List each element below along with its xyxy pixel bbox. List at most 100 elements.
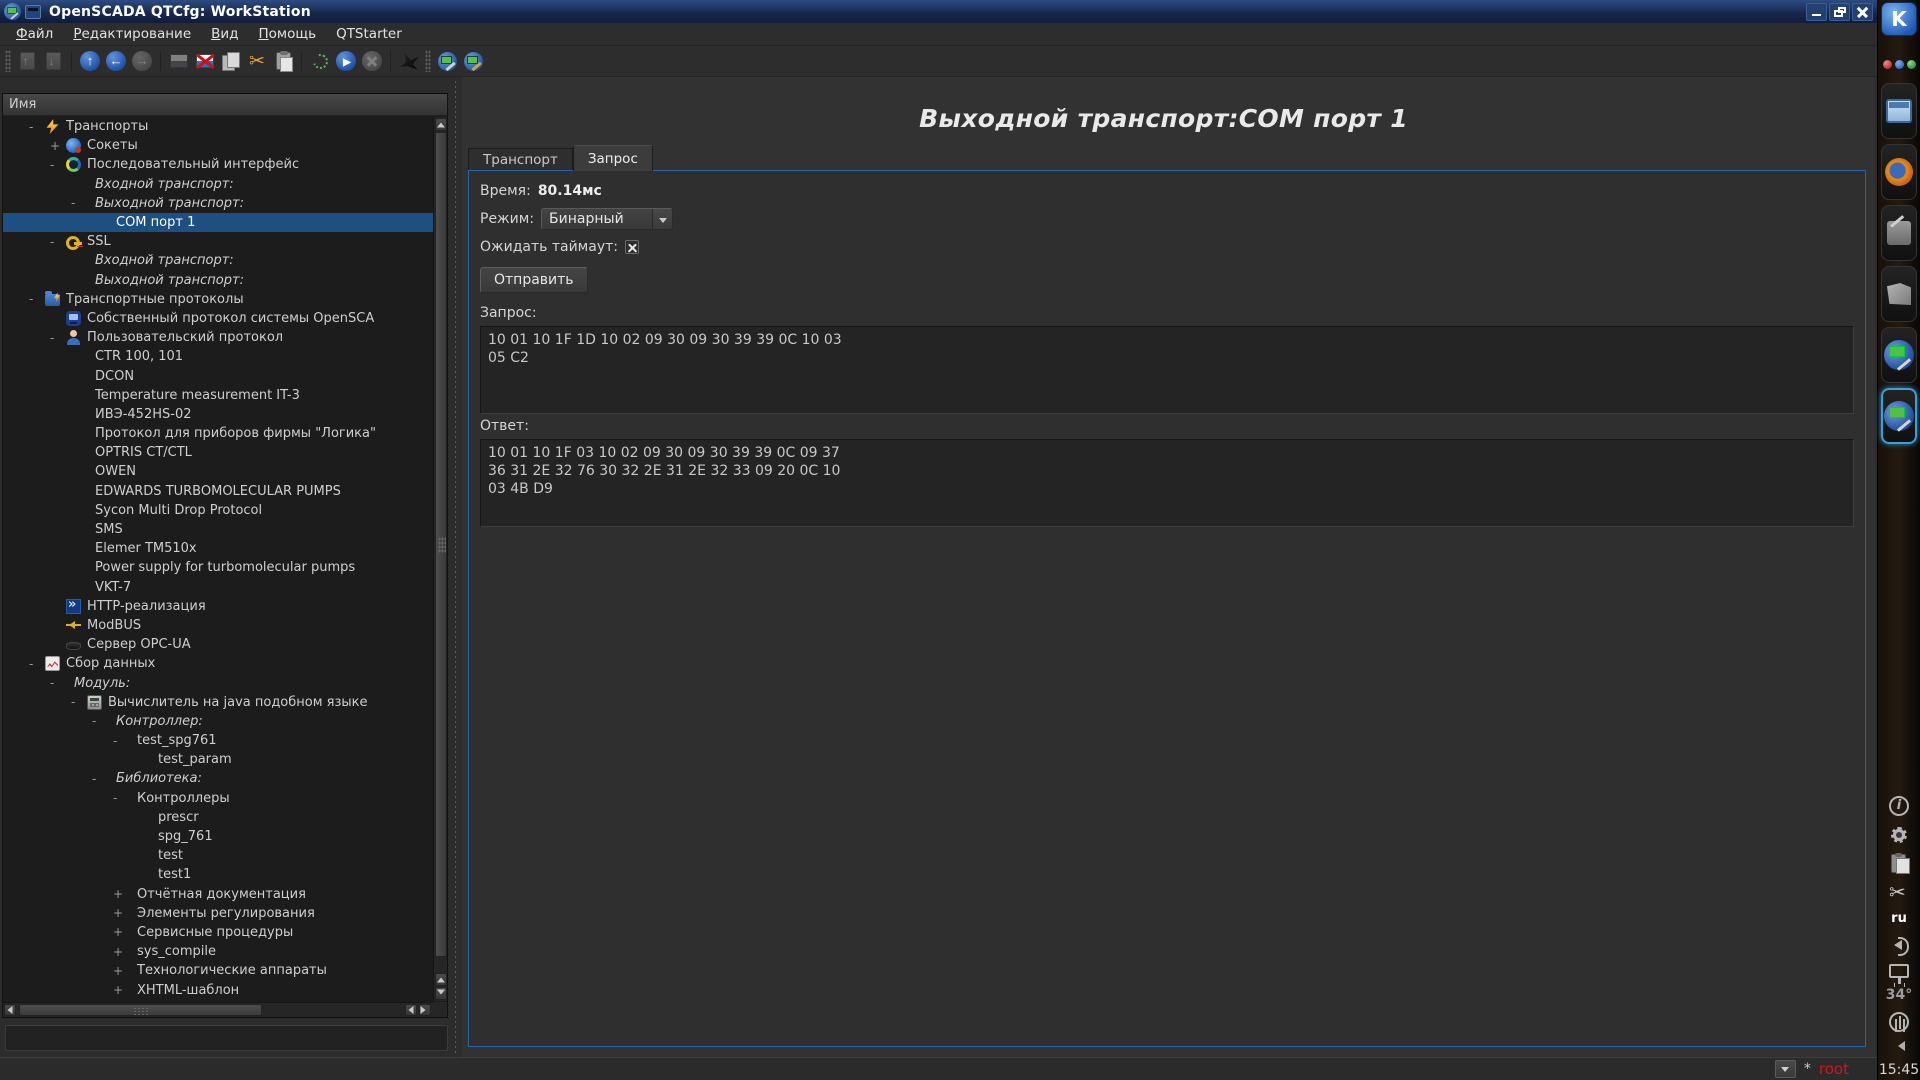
tree-expander[interactable]: +	[46, 139, 66, 153]
tree-row[interactable]: VKT-7	[3, 578, 433, 597]
tree-row[interactable]: DCON	[3, 366, 433, 385]
response-textarea[interactable]: 10 01 10 1F 03 10 02 09 30 09 30 39 39 0…	[480, 439, 1854, 527]
paste-button[interactable]	[270, 48, 296, 74]
tree-row[interactable]: +Технологические аппараты	[3, 961, 433, 980]
tree-row[interactable]: OWEN	[3, 462, 433, 481]
tree-row[interactable]: +Элементы регулирования	[3, 904, 433, 923]
scissors-icon[interactable]: ✂	[1889, 882, 1909, 902]
refresh-button[interactable]	[307, 48, 333, 74]
tree-row[interactable]: test	[3, 846, 433, 865]
tree-row[interactable]: -Вычислитель на java подобном языке	[3, 693, 433, 712]
wait-timeout-checkbox[interactable]	[625, 240, 639, 254]
delete-item-button[interactable]	[192, 48, 218, 74]
tree-expander[interactable]: -	[109, 734, 129, 748]
taskbar-filemanager-button[interactable]	[1881, 83, 1917, 139]
tree-row[interactable]: Входной транспорт:	[3, 251, 433, 270]
chevron-down-icon[interactable]	[652, 209, 672, 229]
request-textarea[interactable]: 10 01 10 1F 1D 10 02 09 30 09 30 39 39 0…	[480, 326, 1854, 414]
stop-button[interactable]	[359, 48, 385, 74]
back-button[interactable]: ←	[103, 48, 129, 74]
tree-row[interactable]: +XHTML-шаблон	[3, 980, 433, 999]
tree-row[interactable]: test1	[3, 865, 433, 884]
tree-row[interactable]: SMS	[3, 520, 433, 539]
save-button[interactable]	[40, 48, 66, 74]
start-button[interactable]	[333, 48, 359, 74]
tree-row[interactable]: Протокол для приборов фирмы "Логика"	[3, 424, 433, 443]
tree-row[interactable]: CTR 100, 101	[3, 347, 433, 366]
tree-row[interactable]: -SSL	[3, 232, 433, 251]
taskbar-openscada-button[interactable]	[1881, 327, 1917, 383]
tree-expander[interactable]: +	[109, 945, 129, 959]
tree-row[interactable]: spg_761	[3, 827, 433, 846]
tree-expander[interactable]: -	[67, 695, 87, 709]
add-item-button[interactable]	[166, 48, 192, 74]
menu-редактирование[interactable]: Редактирование	[63, 24, 201, 44]
tree-row[interactable]: ИВЭ-452HS-02	[3, 405, 433, 424]
tree-row[interactable]: -Пользовательский протокол	[3, 328, 433, 347]
tree-expander[interactable]: -	[25, 120, 45, 134]
tree-expander[interactable]: -	[88, 714, 108, 728]
tree-row[interactable]: Входной транспорт:	[3, 175, 433, 194]
qtcfg-button[interactable]	[434, 48, 460, 74]
scroll-down-button[interactable]	[435, 987, 447, 1000]
tree-row[interactable]: Собственный протокол системы OpenSCA	[3, 309, 433, 328]
menu-файл[interactable]: Файл	[6, 24, 63, 44]
tree-row[interactable]: -Модуль:	[3, 673, 433, 692]
taskbar-openscada-qtcfg-button[interactable]	[1881, 388, 1917, 444]
current-user[interactable]: root	[1819, 1060, 1849, 1078]
taskbar-viewer-button[interactable]	[1881, 266, 1917, 322]
vertical-scroll-thumb[interactable]	[435, 132, 447, 957]
status-dropdown-button[interactable]	[1775, 1060, 1796, 1078]
panel-splitter[interactable]	[449, 77, 462, 1057]
tree-row[interactable]: Temperature measurement IT-3	[3, 386, 433, 405]
tree-row[interactable]: -Последовательный интерфейс	[3, 155, 433, 174]
tree-expander[interactable]: +	[109, 887, 129, 901]
tree-row[interactable]: Выходной транспорт:	[3, 271, 433, 290]
tree-expander[interactable]: +	[109, 983, 129, 997]
collapse-arrow-icon[interactable]	[1893, 1041, 1905, 1051]
scroll-right-button[interactable]	[419, 1004, 431, 1016]
tree-row[interactable]: -Транспортные протоколы	[3, 290, 433, 309]
clipboard-icon[interactable]	[1891, 854, 1906, 873]
tree-row[interactable]: -Сбор данных	[3, 654, 433, 673]
tree-expander[interactable]: -	[67, 196, 87, 210]
toolbar-grip[interactable]	[425, 50, 431, 72]
tree-expander[interactable]: -	[109, 791, 129, 805]
cut-button[interactable]: ✂	[244, 48, 270, 74]
tree-column-header[interactable]: Имя	[3, 94, 447, 116]
taskbar-editor-button[interactable]	[1881, 205, 1917, 261]
load-button[interactable]	[14, 48, 40, 74]
tree-vertical-scrollbar[interactable]	[433, 117, 447, 1001]
tree-expander[interactable]: -	[46, 235, 66, 249]
tree-row[interactable]: +sys_compile	[3, 942, 433, 961]
tree-row[interactable]: HTTP-реализация	[3, 597, 433, 616]
keyboard-layout-indicator[interactable]: ru	[1891, 911, 1907, 926]
maximize-button[interactable]	[1829, 3, 1850, 21]
tree-expander[interactable]: +	[109, 906, 129, 920]
tree-row[interactable]: -Библиотека:	[3, 769, 433, 788]
vision-button[interactable]	[460, 48, 486, 74]
tree-expander[interactable]: -	[46, 676, 66, 690]
tree-expander[interactable]: +	[109, 964, 129, 978]
usb-icon[interactable]	[1889, 1012, 1909, 1032]
tree-row[interactable]: -test_spg761	[3, 731, 433, 750]
tab-запрос[interactable]: Запрос	[573, 145, 653, 171]
copy-button[interactable]	[218, 48, 244, 74]
tree-expander[interactable]: -	[46, 158, 66, 172]
taskbar-firefox-button[interactable]	[1881, 144, 1917, 200]
toolbar-grip[interactable]	[5, 50, 11, 72]
tree-row[interactable]: prescr	[3, 808, 433, 827]
tree-row[interactable]: -Контроллер:	[3, 712, 433, 731]
tab-транспорт[interactable]: Транспорт	[468, 148, 573, 171]
k-menu-button[interactable]: K	[1881, 2, 1917, 36]
pager-dot-red[interactable]	[1883, 60, 1892, 69]
tree-row[interactable]: EDWARDS TURBOMOLECULAR PUMPS	[3, 482, 433, 501]
menu-вид[interactable]: Вид	[201, 24, 248, 44]
volume-icon[interactable]	[1889, 935, 1909, 955]
tree-row[interactable]: +Сервисные процедуры	[3, 923, 433, 942]
pager-dot-blue[interactable]	[1895, 60, 1904, 69]
pager-dot-green[interactable]	[1907, 60, 1916, 69]
window-menu-icon[interactable]	[25, 5, 41, 19]
horizontal-scroll-thumb[interactable]	[19, 1004, 262, 1016]
tree-row[interactable]: test_param	[3, 750, 433, 769]
